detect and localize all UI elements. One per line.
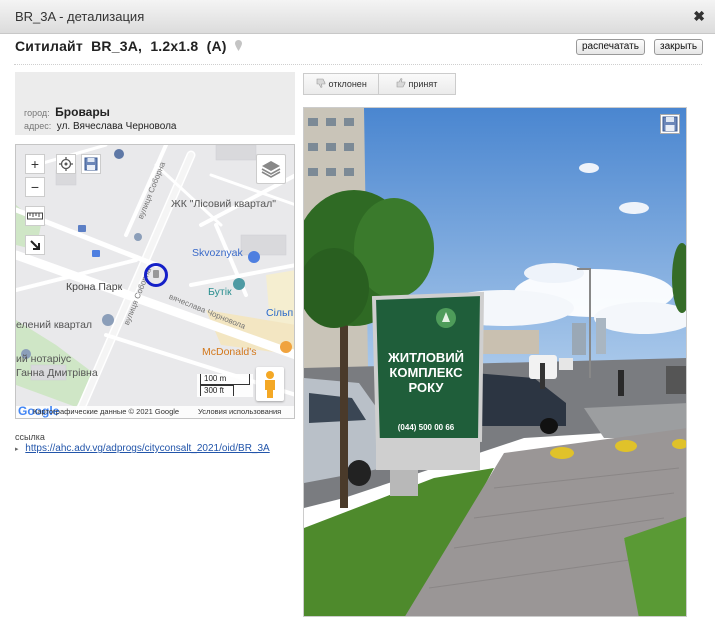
map-label-mcdonalds: McDonald's [202,346,257,358]
thumb-down-icon [316,78,326,88]
street-row: адрес: ул. Вячеслава Черновола [24,121,176,132]
print-button[interactable]: распечатать [576,39,645,55]
map-label-krona-park: Крона Парк [66,281,123,293]
billboard-text-1: ЖИТЛОВИЙ [387,350,464,365]
terms-link[interactable]: Условия использования [198,407,281,416]
page-title: Ситилайт BR_3A, 1.2x1.8 (A) [15,38,242,54]
thumb-up-icon [396,78,406,88]
street-photo: ЖИТЛОВИЙ КОМПЛЕКС РОКУ (044) 500 00 66 [304,108,686,616]
location-map[interactable]: ЖК "Лісовий квартал" Skvoznyak Крона Пар… [15,144,295,419]
close-button[interactable]: закрыть [654,39,704,55]
map-attribution: Google Картографические данные © 2021 Go… [16,404,294,418]
pin-icon [234,40,242,54]
map-save-icon[interactable] [81,154,101,174]
divider [14,64,702,65]
billboard-phone: (044) 500 00 66 [398,423,455,432]
billboard-text-3: РОКУ [409,380,445,395]
construction-size: 1.2x1.8 [150,38,199,54]
object-link[interactable]: https://ahc.adv.vg/adprogs/cityconsalt_2… [25,443,269,454]
zoom-out-button[interactable]: − [25,177,45,197]
street-view-pegman-icon[interactable] [256,367,284,401]
map-label-notarius: ий нотаріус [16,353,72,365]
layers-icon[interactable] [256,154,286,184]
map-label-butik: Бутік [208,286,232,298]
map-data-credit: Картографические данные © 2021 Google [33,407,180,416]
expand-arrow-icon[interactable] [25,235,45,255]
billboard-text-2: КОМПЛЕКС [389,365,463,380]
city-value: Бровары [55,105,110,119]
reject-button[interactable]: отклонен [316,74,367,94]
map-label-lisovyi: ЖК "Лісовий квартал" [171,198,276,210]
status-toolbar: отклонен принят [303,73,456,95]
construction-side: (A) [206,38,227,54]
billboard-marker-icon [153,270,159,278]
zoom-in-button[interactable]: + [25,154,45,174]
construction-type: Ситилайт [15,38,83,54]
bullet-icon: ▸ [15,446,19,453]
link-row: ▸ https://ahc.adv.vg/adprogs/cityconsalt… [15,443,270,454]
street-label: адрес: [24,121,52,131]
street-value: ул. Вячеслава Черновола [56,121,177,132]
map-label-silpo: Сільп [266,307,294,319]
reject-label: отклонен [328,79,367,89]
locate-icon[interactable] [56,154,76,174]
dialog-titlebar: BR_3A - детализация ✖ [0,0,715,34]
scale-metric: 100 m [200,374,250,385]
address-panel: город: Бровары адрес: ул. Вячеслава Черн… [15,72,295,135]
scale-imperial: 300 ft [200,385,234,396]
close-icon[interactable]: ✖ [693,8,705,25]
dialog-title: BR_3A - детализация [15,9,145,24]
city-row: город: Бровары [24,105,110,119]
accept-label: принят [408,79,438,89]
map-label-hanna: Ганна Дмитрівна [16,367,98,379]
construction-code: BR_3A, [91,38,143,54]
city-label: город: [24,108,50,118]
accept-button[interactable]: принят [396,74,437,94]
billboard-photo: ЖИТЛОВИЙ КОМПЛЕКС РОКУ (044) 500 00 66 [303,107,687,617]
ruler-icon[interactable] [25,206,45,226]
link-caption: ссылка [15,432,45,442]
map-scale: 100 m 300 ft [197,374,253,397]
status-separator [378,74,379,94]
map-label-kvartal: елений квартал [16,319,93,331]
photo-save-icon[interactable] [660,114,680,134]
map-label-skvoznyak: Skvoznyak [192,247,243,259]
